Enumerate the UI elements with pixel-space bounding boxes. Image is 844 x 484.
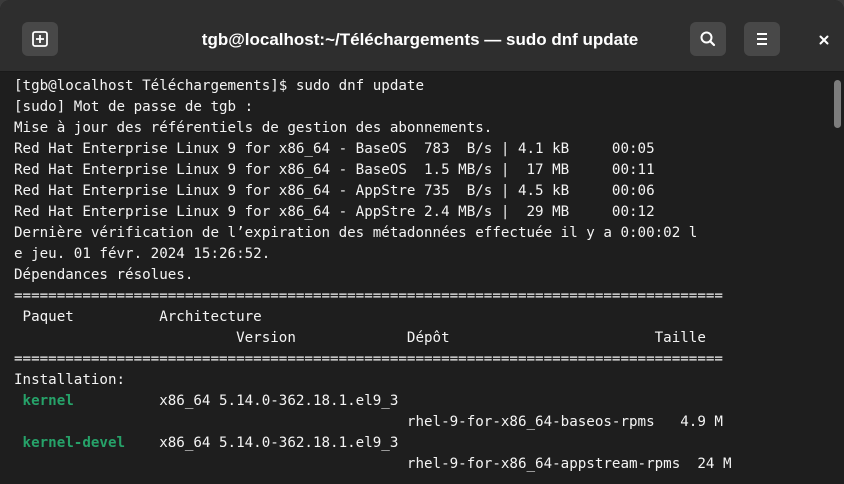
section-heading: Installation: bbox=[14, 372, 126, 388]
new-tab-button[interactable] bbox=[22, 22, 58, 56]
package-name: kernel-devel bbox=[14, 435, 126, 451]
terminal-line: Red Hat Enterprise Linux 9 for x86_64 - … bbox=[14, 162, 655, 178]
close-icon bbox=[819, 35, 829, 45]
close-button[interactable] bbox=[812, 28, 836, 52]
terminal-line: Dernière vérification de l’expiration de… bbox=[14, 225, 698, 241]
terminal-separator: ========================================… bbox=[14, 351, 723, 367]
terminal-line: Dépendances résolues. bbox=[14, 267, 194, 283]
search-icon bbox=[700, 31, 716, 47]
table-header: Version Dépôt Taille bbox=[14, 330, 706, 346]
terminal-window: tgb@localhost:~/Téléchargements — sudo d… bbox=[0, 0, 844, 484]
terminal-line: Mise à jour des référentiels de gestion … bbox=[14, 120, 493, 136]
terminal-line: Red Hat Enterprise Linux 9 for x86_64 - … bbox=[14, 183, 655, 199]
package-name: kernel bbox=[14, 393, 74, 409]
terminal-line: [tgb@localhost Téléchargements]$ sudo dn… bbox=[14, 78, 424, 94]
main-menu-button[interactable] bbox=[744, 22, 780, 56]
new-tab-icon bbox=[32, 31, 48, 47]
terminal-output[interactable]: [tgb@localhost Téléchargements]$ sudo dn… bbox=[0, 72, 844, 484]
terminal-line: e jeu. 01 févr. 2024 15:26:52. bbox=[14, 246, 271, 262]
terminal-separator: ========================================… bbox=[14, 288, 723, 304]
package-repo-size: rhel-9-for-x86_64-appstream-rpms 24 M bbox=[14, 456, 732, 472]
scrollbar-thumb[interactable] bbox=[834, 80, 841, 128]
header-bar: tgb@localhost:~/Téléchargements — sudo d… bbox=[0, 0, 844, 72]
hamburger-menu-icon bbox=[757, 33, 767, 45]
terminal-line: Red Hat Enterprise Linux 9 for x86_64 - … bbox=[14, 141, 655, 157]
table-header: Paquet Architecture bbox=[14, 309, 262, 325]
terminal-line: [sudo] Mot de passe de tgb : bbox=[14, 99, 254, 115]
search-button[interactable] bbox=[690, 22, 726, 56]
package-repo-size: rhel-9-for-x86_64-baseos-rpms 4.9 M bbox=[14, 414, 723, 430]
window-title: tgb@localhost:~/Téléchargements — sudo d… bbox=[201, 30, 639, 49]
terminal-line: Red Hat Enterprise Linux 9 for x86_64 - … bbox=[14, 204, 655, 220]
